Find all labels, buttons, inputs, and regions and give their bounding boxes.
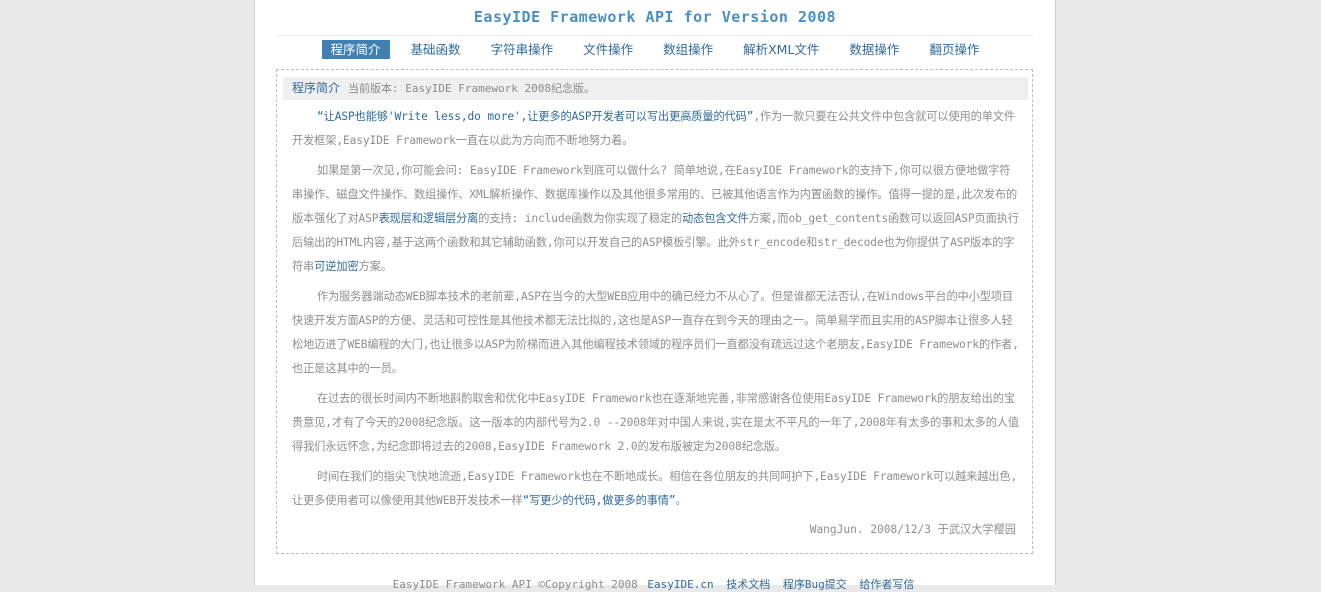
breadcrumb-section[interactable]: 程序简介 — [292, 81, 340, 95]
paragraph-2: 如果是第一次见,你可能会问: EasyIDE Framework到底可以做什么?… — [292, 159, 1020, 279]
highlight-reversible-encryption: 可逆加密 — [314, 260, 359, 273]
paragraph-3: 作为服务器端动态WEB脚本技术的老前辈,ASP在当今的大型WEB应用中的确已经力… — [292, 290, 1019, 375]
paragraph-4: 在过去的很长时间内不断地斟酌取舍和优化中EasyIDE Framework也在逐… — [292, 392, 1019, 453]
footer: EasyIDE Framework API ©Copyright 2008 Ea… — [255, 576, 1055, 592]
highlight-dynamic-include: 动态包含文件 — [682, 212, 749, 225]
nav-item-string-ops[interactable]: 字符串操作 — [482, 40, 563, 59]
intro-text: “让ASP也能够'Write less,do more',让更多的ASP开发者可… — [292, 105, 1020, 519]
nav-item-basic-functions[interactable]: 基础函数 — [402, 40, 470, 59]
content-box: 程序简介 当前版本: EasyIDE Framework 2008纪念版。 “让A… — [276, 69, 1033, 554]
nav-item-intro[interactable]: 程序简介 — [321, 40, 390, 59]
highlight-write-less: “写更少的代码,做更多的事情” — [522, 494, 676, 507]
paragraph-5: 时间在我们的指尖飞快地流逝,EasyIDE Framework也在不断地成长。相… — [292, 465, 1020, 513]
paragraph-1: “让ASP也能够'Write less,do more',让更多的ASP开发者可… — [292, 105, 1020, 153]
page-panel: EasyIDE Framework API for Version 2008 程… — [254, 0, 1056, 591]
breadcrumb: 程序简介 当前版本: EasyIDE Framework 2008纪念版。 — [283, 77, 1028, 100]
author-signature: WangJun. 2008/12/3 于武汉大学樱园 — [809, 523, 1016, 536]
paragraph-2-text-b: 的支持: include函数为你实现了稳定的 — [478, 212, 683, 225]
version-info: 当前版本: EasyIDE Framework 2008纪念版。 — [348, 82, 595, 95]
paragraph-2-text-d: 方案。 — [358, 260, 392, 273]
nav-item-data-ops[interactable]: 数据操作 — [840, 40, 908, 59]
nav-item-xml-parse[interactable]: 解析XML文件 — [734, 40, 828, 59]
nav-item-file-ops[interactable]: 文件操作 — [574, 40, 642, 59]
nav-item-array-ops[interactable]: 数组操作 — [654, 40, 722, 59]
title-divider — [277, 35, 1033, 36]
paragraph-5-text-b: 。 — [675, 494, 687, 507]
top-nav: 程序简介 基础函数 字符串操作 文件操作 数组操作 解析XML文件 数据操作 翻页操作 — [255, 40, 1055, 59]
highlight-layer-separation: 表现层和逻辑层分离 — [378, 212, 479, 225]
slogan-quote: “让ASP也能够'Write less,do more',让更多的ASP开发者可… — [317, 110, 754, 123]
page-title: EasyIDE Framework API for Version 2008 — [473, 8, 837, 26]
nav-item-paging-ops[interactable]: 翻页操作 — [920, 40, 988, 59]
